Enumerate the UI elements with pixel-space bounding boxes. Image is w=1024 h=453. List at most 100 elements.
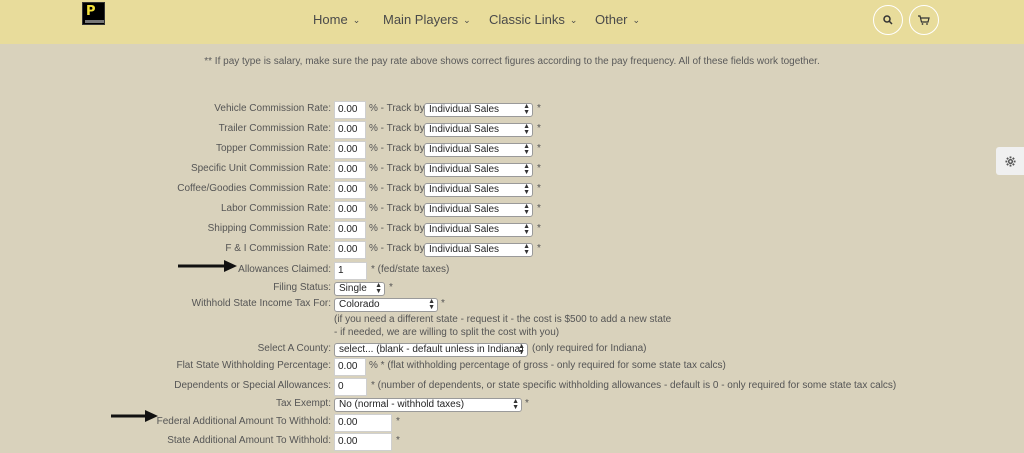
nav-home-label: Home (313, 12, 348, 27)
coffee-track-select[interactable]: Individual Sales ▲ ▼ (424, 183, 533, 197)
select-arrows-icon: ▲ ▼ (523, 243, 530, 256)
field-label: Labor Commission Rate: (220, 203, 331, 214)
withhold-state-note-1: (if you need a different state - request… (334, 314, 672, 325)
chevron-down-icon: ⌄ (632, 15, 641, 25)
allowances-input[interactable]: 1 (334, 262, 367, 280)
required-star: * (537, 123, 541, 134)
required-star: * (537, 203, 541, 214)
select-value: Individual Sales (429, 144, 500, 155)
select-arrows-icon: ▲ ▼ (523, 223, 530, 236)
required-star: * (441, 298, 445, 309)
track-by-text: % - Track by: (369, 103, 428, 114)
commission-row-trailer: Trailer Commission Rate: 0.00 % - Track … (0, 121, 1024, 139)
field-label: Vehicle Commission Rate: (214, 103, 331, 114)
fi-track-select[interactable]: Individual Sales ▲ ▼ (424, 243, 533, 257)
field-label: Withhold State Income Tax For: (191, 298, 331, 309)
select-value: No (normal - withhold taxes) (339, 399, 465, 410)
track-by-text: % - Track by: (369, 243, 428, 254)
flat-state-input[interactable]: 0.00 (334, 358, 366, 376)
nav-classic-links[interactable]: Classic Links ⌄ (489, 12, 577, 27)
federal-additional-input[interactable]: 0.00 (334, 414, 392, 432)
select-value: Individual Sales (429, 124, 500, 135)
trailer-commission-input[interactable]: 0.00 (334, 121, 366, 139)
commission-row-topper: Topper Commission Rate: 0.00 % - Track b… (0, 141, 1024, 159)
required-star: * (396, 435, 400, 446)
select-arrows-icon: ▲ ▼ (523, 143, 530, 156)
select-value: Individual Sales (429, 104, 500, 115)
required-star: * (537, 223, 541, 234)
select-value: Individual Sales (429, 184, 500, 195)
required-star: * (537, 243, 541, 254)
field-label: Coffee/Goodies Commission Rate: (177, 183, 331, 194)
chevron-down-icon: ⌄ (569, 15, 578, 25)
field-label: Flat State Withholding Percentage: (176, 360, 331, 371)
select-arrows-icon: ▲ ▼ (523, 203, 530, 216)
track-by-text: % - Track by: (369, 143, 428, 154)
track-by-text: % - Track by: (369, 123, 428, 134)
topper-commission-input[interactable]: 0.00 (334, 141, 366, 159)
specific-unit-track-select[interactable]: Individual Sales ▲ ▼ (424, 163, 533, 177)
vehicle-commission-input[interactable]: 0.00 (334, 101, 366, 119)
track-by-text: % - Track by: (369, 203, 428, 214)
field-label: Dependents or Special Allowances: (174, 380, 331, 391)
site-logo[interactable]: P (82, 2, 105, 25)
top-nav-bar: P Home ⌄ Main Players ⌄ Classic Links ⌄ Oth… (0, 0, 1024, 44)
select-value: Individual Sales (429, 164, 500, 175)
select-arrows-icon: ▲ ▼ (523, 103, 530, 116)
topper-track-select[interactable]: Individual Sales ▲ ▼ (424, 143, 533, 157)
vehicle-track-select[interactable]: Individual Sales ▲ ▼ (424, 103, 533, 117)
dependents-row: Dependents or Special Allowances: 0 * (n… (0, 378, 1024, 396)
field-label: Trailer Commission Rate: (218, 123, 331, 134)
state-additional-input[interactable]: 0.00 (334, 433, 392, 451)
commission-row-coffee: Coffee/Goodies Commission Rate: 0.00 % -… (0, 181, 1024, 199)
county-row: Select A County: select... (blank - defa… (0, 341, 1024, 359)
trailer-track-select[interactable]: Individual Sales ▲ ▼ (424, 123, 533, 137)
select-arrows-icon: ▲ ▼ (512, 398, 519, 411)
county-select[interactable]: select... (blank - default unless in Ind… (334, 343, 528, 357)
dependents-note: * (number of dependents, or state specif… (371, 380, 897, 391)
required-star: * (537, 103, 541, 114)
nav-other[interactable]: Other ⌄ (595, 12, 640, 27)
field-label: State Additional Amount To Withhold: (167, 435, 331, 446)
shipping-commission-input[interactable]: 0.00 (334, 221, 366, 239)
labor-track-select[interactable]: Individual Sales ▲ ▼ (424, 203, 533, 217)
fi-commission-input[interactable]: 0.00 (334, 241, 366, 259)
select-value: Single (339, 283, 367, 294)
allowances-row: Allowances Claimed: 1 * (fed/state taxes… (0, 262, 1024, 280)
shipping-track-select[interactable]: Individual Sales ▲ ▼ (424, 223, 533, 237)
field-label: Tax Exempt: (275, 398, 331, 409)
pay-type-notice: ** If pay type is salary, make sure the … (204, 56, 820, 67)
commission-row-specific-unit: Specific Unit Commission Rate: 0.00 % - … (0, 161, 1024, 179)
select-value: Colorado (339, 299, 380, 310)
federal-additional-row: Federal Additional Amount To Withhold: 0… (0, 414, 1024, 432)
required-star: * (525, 398, 529, 409)
nav-main-players[interactable]: Main Players ⌄ (383, 12, 471, 27)
field-label: Select A County: (257, 343, 331, 354)
coffee-commission-input[interactable]: 0.00 (334, 181, 366, 199)
labor-commission-input[interactable]: 0.00 (334, 201, 366, 219)
nav-home[interactable]: Home ⌄ (313, 12, 360, 27)
nav-other-label: Other (595, 12, 628, 27)
required-star: * (537, 183, 541, 194)
tax-exempt-select[interactable]: No (normal - withhold taxes) ▲ ▼ (334, 398, 522, 412)
filing-status-select[interactable]: Single ▲ ▼ (334, 282, 385, 296)
select-arrows-icon: ▲ ▼ (375, 282, 382, 295)
withhold-state-row: Withhold State Income Tax For: Colorado ▲… (0, 296, 1024, 314)
cart-icon (918, 15, 930, 25)
specific-unit-commission-input[interactable]: 0.00 (334, 161, 366, 179)
field-label: Filing Status: (273, 282, 331, 293)
commission-row-labor: Labor Commission Rate: 0.00 % - Track by… (0, 201, 1024, 219)
commission-row-vehicle: Vehicle Commission Rate: 0.00 % - Track … (0, 101, 1024, 119)
search-icon (883, 15, 893, 25)
flat-state-row: Flat State Withholding Percentage: 0.00 … (0, 358, 1024, 376)
track-by-text: % - Track by: (369, 223, 428, 234)
state-additional-row: State Additional Amount To Withhold: 0.0… (0, 433, 1024, 451)
field-label: Allowances Claimed: (238, 264, 331, 275)
withhold-state-select[interactable]: Colorado ▲ ▼ (334, 298, 438, 312)
dependents-input[interactable]: 0 (334, 378, 367, 396)
cart-button[interactable] (909, 5, 939, 35)
select-value: Individual Sales (429, 224, 500, 235)
field-label: Specific Unit Commission Rate: (190, 163, 331, 174)
search-button[interactable] (873, 5, 903, 35)
select-arrows-icon: ▲ ▼ (523, 123, 530, 136)
